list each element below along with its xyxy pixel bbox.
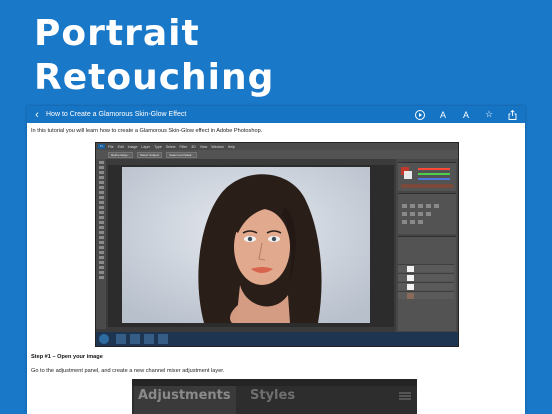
ps-menu-window: Window xyxy=(211,144,224,149)
taskbar-app-icon xyxy=(158,334,168,344)
adjustments-panel-screenshot: Adjustments Styles xyxy=(132,379,417,414)
step-1-heading: Step #1 – Open your image xyxy=(31,354,103,360)
ps-menu-edit: Edit xyxy=(117,144,124,149)
ps-menu-view: View xyxy=(199,144,208,149)
play-icon[interactable] xyxy=(415,109,425,120)
windows-start-icon xyxy=(99,334,109,344)
ps-option-refine-edge: Refine Edge... xyxy=(108,151,134,158)
ps-menu-help: Help xyxy=(227,144,235,149)
ps-menu-select: Select xyxy=(165,144,176,149)
ps-menu-layer: Layer xyxy=(141,144,151,149)
ps-layer-row xyxy=(398,291,454,299)
font-decrease-icon[interactable]: A xyxy=(438,110,448,120)
ps-menu-3d: 3D xyxy=(191,144,196,149)
article-view: ‹ How to Create a Glamorous Skin-Glow Ef… xyxy=(27,106,525,414)
photoshop-screenshot: File Edit Image Layer Type Select Filter… xyxy=(95,142,459,347)
ps-color-panel xyxy=(398,162,456,191)
taskbar-app-icon xyxy=(130,334,140,344)
panel-menu-icon xyxy=(399,392,411,401)
headline: Portrait Retouching xyxy=(34,12,274,100)
photoshop-logo-icon: Ps xyxy=(98,144,105,149)
ps-menu-filter: Filter xyxy=(179,144,188,149)
article-intro: In this tutorial you will learn how to c… xyxy=(31,128,263,134)
ps-layer-row xyxy=(398,264,454,272)
ps-right-panels xyxy=(396,159,458,332)
portrait-photo xyxy=(122,167,370,323)
ps-menu-image: Image xyxy=(127,144,138,149)
adjustments-tab: Adjustments xyxy=(138,388,231,403)
windows-taskbar xyxy=(96,332,458,346)
styles-tab: Styles xyxy=(250,388,296,403)
ps-menubar: File Edit Image Layer Type Select Filter… xyxy=(96,143,458,150)
headline-line-1: Portrait xyxy=(34,13,200,54)
step-1-text: Go to the adjustment panel, and create a… xyxy=(31,368,225,374)
ps-menu-file: File xyxy=(108,144,114,149)
taskbar-app-icon xyxy=(144,334,154,344)
ps-layer-row xyxy=(398,273,454,281)
ps-options-bar: Refine Edge... Select Subject Select and… xyxy=(96,150,458,159)
article-title: How to Create a Glamorous Skin-Glow Effe… xyxy=(46,111,187,118)
ps-option-select-subject: Select Subject xyxy=(137,151,163,158)
taskbar-app-icon xyxy=(116,334,126,344)
ps-toolbar xyxy=(96,159,106,329)
nav-actions: A A ☆ xyxy=(415,106,517,123)
star-icon[interactable]: ☆ xyxy=(484,109,494,120)
headline-line-2: Retouching xyxy=(34,57,275,98)
ps-menu-type: Type xyxy=(154,144,162,149)
ps-layer-row xyxy=(398,282,454,290)
ps-adjustments-panel xyxy=(398,193,456,234)
chevron-left-icon[interactable]: ‹ xyxy=(30,109,44,121)
font-increase-icon[interactable]: A xyxy=(461,110,471,120)
ps-option-select-mask: Select and Mask... xyxy=(166,151,197,158)
navigation-bar: ‹ How to Create a Glamorous Skin-Glow Ef… xyxy=(27,106,525,123)
share-icon[interactable] xyxy=(507,109,517,120)
